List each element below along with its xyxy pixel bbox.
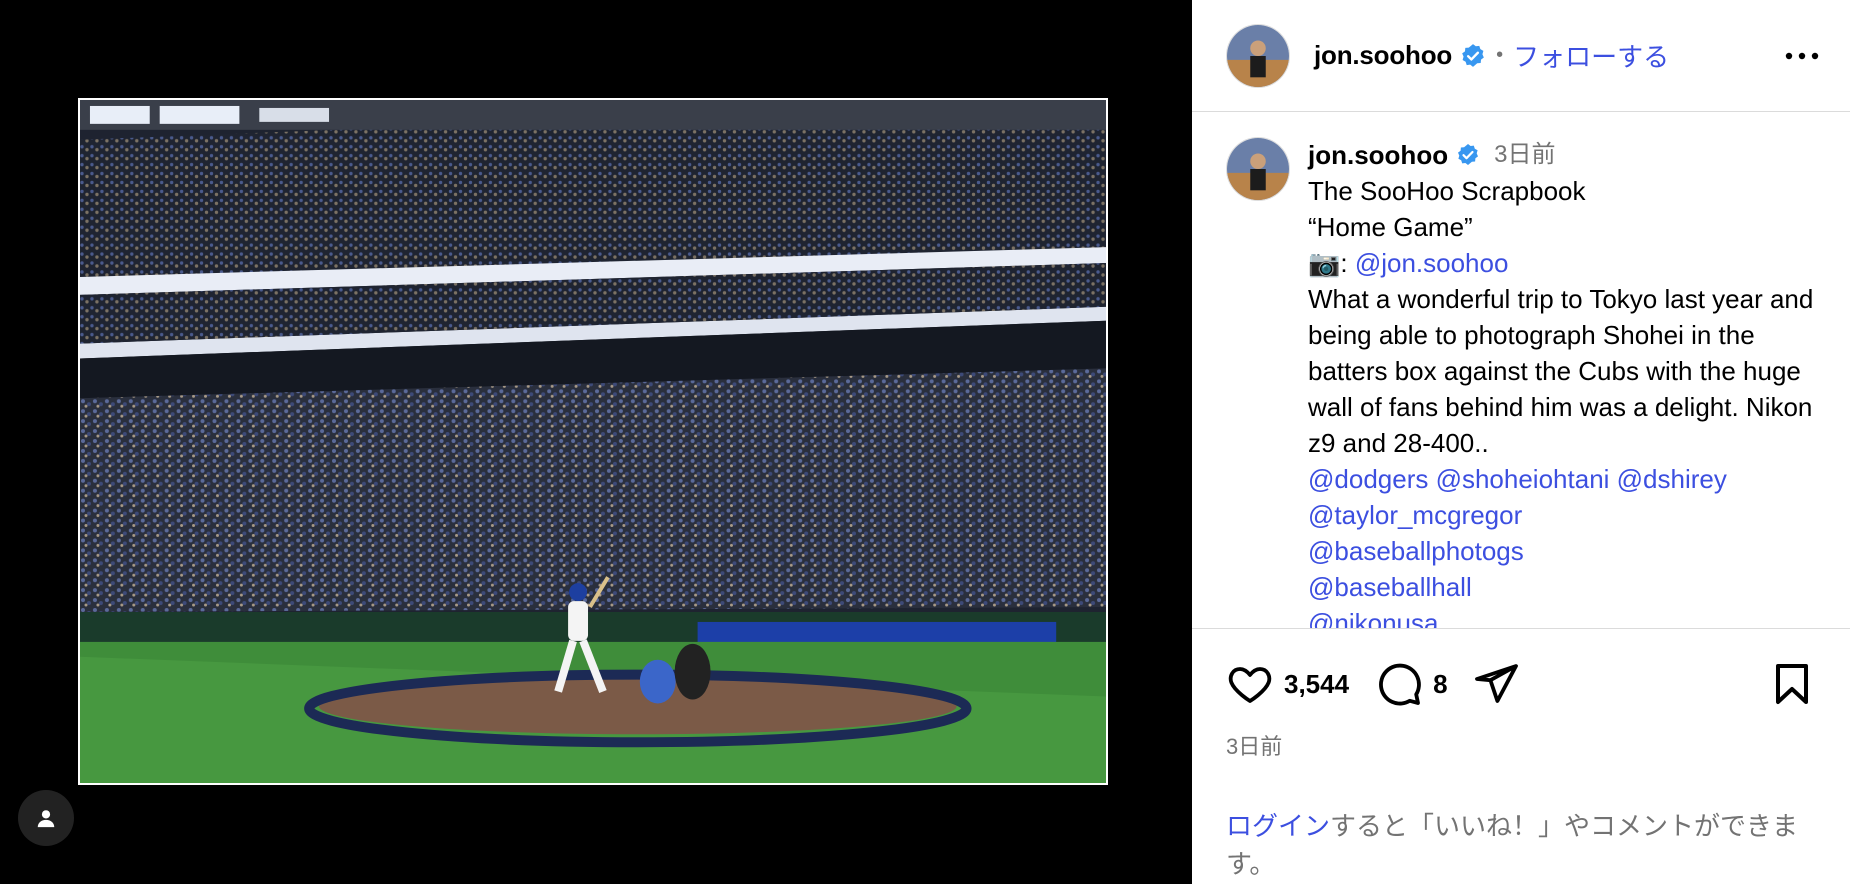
media-pane [0,0,1192,884]
mention-link[interactable]: @nikonusa [1308,605,1828,628]
caption-scroll-area[interactable]: jon.soohoo 3日前 The SooHoo Scrapbook “Hom… [1192,113,1850,628]
caption-body: jon.soohoo 3日前 The SooHoo Scrapbook “Hom… [1308,137,1828,628]
like-count: 3,544 [1284,668,1350,699]
caption-header: jon.soohoo 3日前 [1308,137,1828,173]
caption-camera-line: 📷: @jon.soohoo [1308,245,1828,281]
avatar-image [1227,138,1289,200]
post-actions: 3,544 8 3日前 ログインすると「いいね！」やコメントができます。 [1192,628,1850,883]
avatar[interactable] [1226,23,1290,88]
more-options-button[interactable] [1782,36,1822,76]
caption-timestamp[interactable]: 3日前 [1494,137,1555,173]
mention-link[interactable]: @dodgers @shoheiohtani @dshirey [1308,461,1828,497]
heart-icon [1228,667,1272,703]
caption-text: What a wonderful trip to Tokyo last year… [1308,284,1814,458]
mention-link[interactable]: @baseballhall [1308,569,1828,605]
caption: jon.soohoo 3日前 The SooHoo Scrapbook “Hom… [1226,137,1830,628]
separator-dot: • [1496,44,1504,66]
post-timestamp[interactable]: 3日前 [1226,729,1816,761]
caption-avatar[interactable] [1226,137,1290,201]
stadium-photo-illustration [80,100,1106,783]
share-button[interactable] [1472,660,1520,708]
ellipsis-icon [1785,52,1819,59]
comment-button[interactable]: 8 [1375,660,1448,708]
mention-link[interactable]: @baseballphotogs [1308,533,1828,569]
caption-username[interactable]: jon.soohoo [1308,137,1448,173]
send-icon [1474,664,1518,703]
mention-link[interactable]: @taylor_mcgregor [1308,497,1828,533]
verified-badge-icon [1458,144,1479,165]
comment-count: 8 [1433,668,1448,699]
post-sidebar: jon.soohoo • フォローする jon.soohoo 3日前 The S… [1192,0,1850,884]
bookmark-icon [1776,664,1808,704]
like-button[interactable]: 3,544 [1226,660,1349,708]
avatar-image [1227,24,1289,87]
account-button[interactable] [18,790,74,846]
caption-line: “Home Game” [1308,212,1473,242]
camera-prefix: 📷: [1308,248,1355,278]
follow-button[interactable]: フォローする [1513,37,1669,74]
action-bar: 3,544 8 [1226,659,1816,709]
login-prompt: ログインすると「いいね！」やコメントができます。 [1226,807,1816,883]
header-username[interactable]: jon.soohoo [1314,40,1452,71]
mention-link[interactable]: @jon.soohoo [1355,248,1509,278]
post-header: jon.soohoo • フォローする [1192,0,1850,112]
verified-badge-icon [1462,43,1484,67]
person-icon [37,810,55,828]
caption-line: The SooHoo Scrapbook [1308,176,1586,206]
save-button[interactable] [1768,660,1816,708]
comment-icon [1379,663,1421,706]
post-photo[interactable] [78,98,1108,785]
login-link[interactable]: ログイン [1226,811,1330,841]
